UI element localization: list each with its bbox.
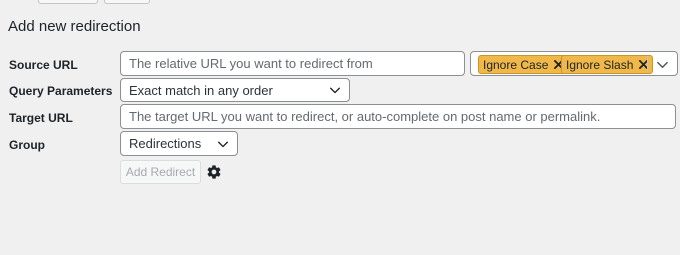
query-parameters-label: Query Parameters [9,84,113,98]
flag-label: Ignore Case [483,57,549,72]
target-url-label: Target URL [9,111,73,125]
source-url-input[interactable]: The relative URL you want to redirect fr… [120,51,465,76]
chevron-down-icon[interactable] [656,58,669,71]
add-redirect-button[interactable]: Add Redirect [120,160,201,184]
select-divider [647,56,648,72]
chevron-down-icon [218,141,228,147]
top-tabs [0,0,680,4]
query-parameters-select[interactable]: Exact match in any order [120,78,350,102]
flag-badge-ignore-slash: Ignore Slash [561,55,654,74]
group-select[interactable]: Redirections [120,131,238,156]
group-value: Redirections [129,136,202,151]
form-title: Add new redirection [8,18,141,35]
flag-label: Ignore Slash [566,57,634,72]
source-url-label: Source URL [9,58,78,72]
source-flags-select[interactable]: Ignore Case Ignore Slash [470,51,678,76]
flag-badge-ignore-case: Ignore Case [478,55,569,74]
chevron-down-icon [330,87,340,94]
group-label: Group [9,138,45,152]
top-tab[interactable] [104,0,150,4]
gear-icon[interactable] [206,164,222,180]
top-tab[interactable] [38,0,98,4]
target-url-input[interactable]: The target URL you want to redirect, or … [120,104,676,129]
query-parameters-value: Exact match in any order [129,82,273,98]
